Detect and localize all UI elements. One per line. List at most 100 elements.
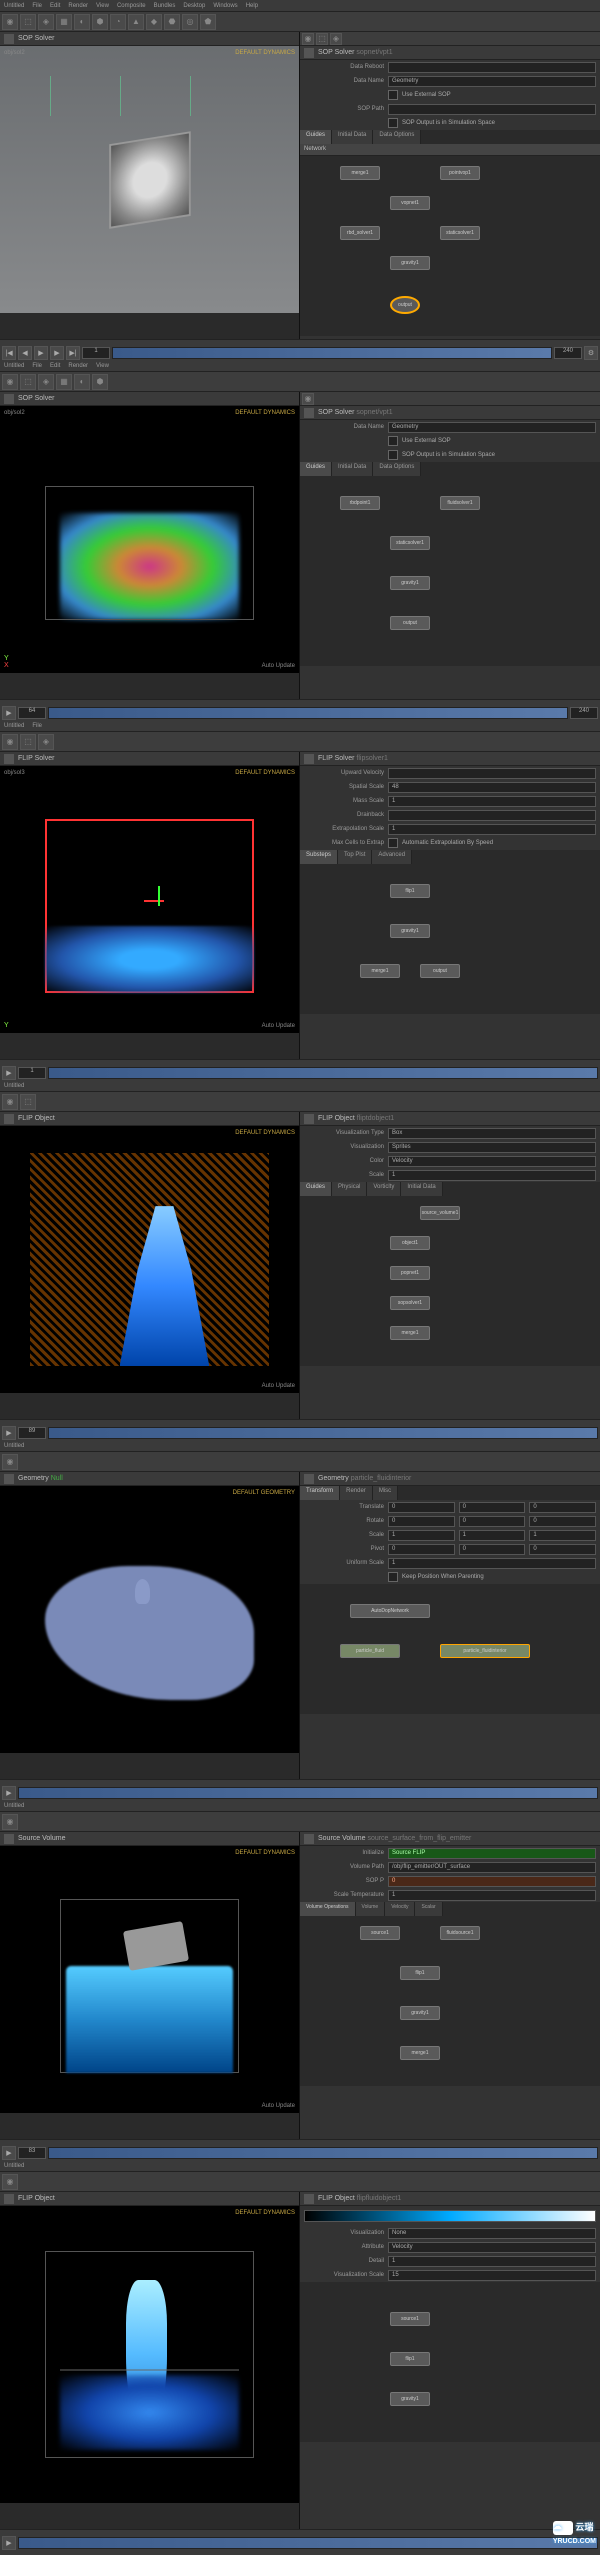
tool-icon[interactable]: ◈ (38, 374, 54, 390)
param-tabs[interactable]: GuidesPhysicalVorticltyInitial Data (300, 1182, 600, 1196)
tool-icon[interactable]: ◐ (74, 14, 90, 30)
tab[interactable]: Substeps (300, 850, 338, 864)
tool-icon[interactable]: ⬚ (20, 1094, 36, 1110)
top-menubar[interactable]: Untitled (0, 1800, 600, 1812)
param-field[interactable]: 1 (388, 824, 596, 835)
timeline-scrubber[interactable] (18, 2537, 598, 2549)
node[interactable]: flip1 (400, 1966, 440, 1980)
node-graph[interactable]: rbdpoint1 fluidsolver1 staticsolver1 gra… (300, 476, 600, 666)
color-ramp[interactable] (304, 2210, 596, 2222)
tab[interactable]: Guides (300, 130, 332, 144)
param-field[interactable]: 1 (388, 1890, 596, 1901)
tab[interactable]: Scalar (415, 1902, 442, 1916)
checkbox[interactable] (388, 90, 398, 100)
param-field[interactable]: 0 (459, 1544, 526, 1555)
tool-icon[interactable]: ▦ (56, 14, 72, 30)
main-toolbar[interactable]: ◉ (0, 2172, 600, 2192)
tab[interactable]: Top Plst (338, 850, 372, 864)
param-tabs[interactable]: SubstepsTop PlstAdvanced (300, 850, 600, 864)
param-field[interactable]: 1 (388, 1530, 455, 1541)
param-field[interactable]: 0 (388, 1876, 596, 1887)
main-toolbar[interactable]: ◉ (0, 1812, 600, 1832)
node-graph[interactable]: source1 flip1 gravity1 (300, 2282, 600, 2442)
play-button[interactable]: ▶ (2, 2146, 16, 2160)
param-dropdown[interactable]: Sprites (388, 1142, 596, 1153)
tab[interactable]: Initial Data (332, 462, 373, 476)
tab[interactable]: Render (340, 1486, 373, 1500)
frame-field[interactable]: 1 (82, 347, 110, 359)
param-field[interactable] (388, 810, 596, 821)
node[interactable]: particle_fluidinterior (440, 1644, 530, 1658)
tab[interactable]: Transform (300, 1486, 340, 1500)
node[interactable]: rbdpoint1 (340, 496, 380, 510)
node[interactable]: output (390, 616, 430, 630)
tool-icon[interactable]: ⬣ (164, 14, 180, 30)
param-tabs[interactable]: GuidesInitial DataData Options (300, 130, 600, 144)
end-frame-field[interactable]: 240 (554, 347, 582, 359)
tab[interactable]: Advanced (372, 850, 412, 864)
main-toolbar[interactable]: ◉ (0, 1452, 600, 1472)
tool-icon[interactable]: ◉ (2, 1094, 18, 1110)
param-tabs[interactable]: GuidesInitial DataData Options (300, 462, 600, 476)
node[interactable]: output (390, 296, 420, 314)
param-field[interactable]: 0 (459, 1502, 526, 1513)
checkbox[interactable] (388, 450, 398, 460)
top-menubar[interactable]: Untitled (0, 1080, 600, 1092)
param-dropdown[interactable]: Box (388, 1128, 596, 1139)
frame-field[interactable]: 89 (18, 1427, 46, 1439)
node[interactable]: merge1 (340, 166, 380, 180)
top-menubar[interactable]: Untitled (0, 1440, 600, 1452)
param-tabs[interactable]: TransformRenderMisc (300, 1486, 600, 1500)
tool-icon[interactable]: ◎ (182, 14, 198, 30)
timeline-scrubber[interactable] (48, 1067, 598, 1079)
first-frame-button[interactable]: |◀ (2, 346, 16, 360)
node[interactable]: sopsolver1 (390, 1296, 430, 1310)
node[interactable]: flip1 (390, 2352, 430, 2366)
play-button[interactable]: ▶ (2, 706, 16, 720)
prev-frame-button[interactable]: ◀ (18, 346, 32, 360)
tool-icon[interactable]: ◉ (2, 2174, 18, 2190)
timeline-scrubber[interactable] (48, 2147, 598, 2159)
param-field[interactable]: 0 (388, 1516, 455, 1527)
node-graph[interactable]: merge1 pointvop1 vopnet1 rbd_solver1 sta… (300, 156, 600, 336)
node[interactable]: merge1 (400, 2046, 440, 2060)
play-button[interactable]: ▶ (2, 1786, 16, 1800)
node[interactable]: source1 (390, 2312, 430, 2326)
next-frame-button[interactable]: ▶ (50, 346, 64, 360)
node[interactable]: vopnet1 (390, 196, 430, 210)
tool-icon[interactable]: ⬢ (92, 374, 108, 390)
node[interactable]: pointvop1 (440, 166, 480, 180)
node[interactable]: rbd_solver1 (340, 226, 380, 240)
node[interactable]: AutoDopNetwork (350, 1604, 430, 1618)
tab[interactable]: Vorticlty (367, 1182, 401, 1196)
param-field[interactable]: 0 (459, 1516, 526, 1527)
param-dropdown[interactable]: Velocity (388, 2242, 596, 2253)
node-graph[interactable]: flip1 gravity1 merge1 output (300, 864, 600, 1014)
param-field[interactable]: 0 (388, 1544, 455, 1555)
tool-icon[interactable]: ◈ (330, 33, 342, 45)
tool-icon[interactable]: ◉ (2, 734, 18, 750)
tool-icon[interactable]: ◈ (38, 14, 54, 30)
node[interactable]: output (420, 964, 460, 978)
tab[interactable]: Initial Data (401, 1182, 442, 1196)
tab[interactable]: Volume (356, 1902, 386, 1916)
param-field[interactable]: 0 (529, 1516, 596, 1527)
tool-icon[interactable]: ⬚ (316, 33, 328, 45)
tool-icon[interactable]: ◔ (110, 14, 126, 30)
node[interactable]: staticsolver1 (440, 226, 480, 240)
tab[interactable]: Data Options (373, 130, 421, 144)
param-field[interactable]: 1 (459, 1530, 526, 1541)
end-frame-field[interactable]: 240 (570, 707, 598, 719)
node[interactable]: particle_fluid (340, 1644, 400, 1658)
param-tabs[interactable]: Volume OperationsVolumeVelocityScalar (300, 1902, 600, 1916)
timeline-scrubber[interactable] (48, 1427, 598, 1439)
checkbox[interactable] (388, 838, 398, 848)
node-graph[interactable]: source1 fluidsource1 flip1 gravity1 merg… (300, 1916, 600, 2086)
param-field[interactable]: 1 (529, 1530, 596, 1541)
node[interactable]: merge1 (360, 964, 400, 978)
tool-icon[interactable]: ◉ (2, 374, 18, 390)
tab[interactable]: Volume Operations (300, 1902, 356, 1916)
tool-icon[interactable]: ◆ (146, 14, 162, 30)
node[interactable]: staticsolver1 (390, 536, 430, 550)
main-toolbar[interactable]: ◉⬚◈▦◐⬢ (0, 372, 600, 392)
